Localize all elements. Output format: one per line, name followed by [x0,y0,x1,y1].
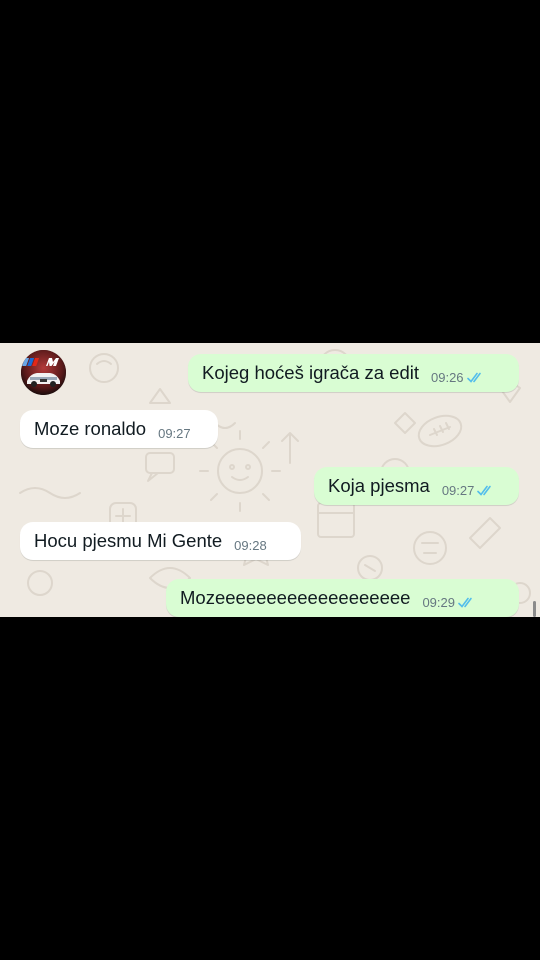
message-text: Mozeeeeeeeeeeeeeeeeeee [180,587,411,608]
bmw-m-car-avatar-icon [21,350,66,395]
message-text: Hocu pjesmu Mi Gente [34,530,223,551]
message-time: 09:27 [158,426,191,441]
message-time: 09:29 [422,595,455,610]
message-text: Koja pjesma [328,475,430,496]
message-text: Kojeg hoćeš igrača za edit [202,362,419,383]
message-time: 09:26 [431,370,464,385]
contact-avatar[interactable]: M [21,350,66,395]
message-bubble-incoming[interactable]: Hocu pjesmu Mi Gente 09:28 [20,522,301,560]
message-time: 09:28 [234,538,267,553]
screenshot-frame: M Kojeg hoćeš igrača za edit 09:26 Moze … [0,0,540,960]
message-text: Moze ronaldo [34,418,147,439]
read-double-check-icon [466,372,481,383]
read-double-check-icon [477,485,492,496]
message-bubble-outgoing[interactable]: Mozeeeeeeeeeeeeeeeeeee 09:29 [166,579,519,617]
scrollbar-thumb[interactable] [533,601,536,617]
message-bubble-outgoing[interactable]: Koja pjesma 09:27 [314,467,519,505]
chat-conversation-view[interactable]: M Kojeg hoćeš igrača za edit 09:26 Moze … [0,343,540,617]
message-time: 09:27 [441,483,475,498]
message-bubble-outgoing[interactable]: Kojeg hoćeš igrača za edit 09:26 [188,354,519,392]
message-bubble-incoming[interactable]: Moze ronaldo 09:27 [20,410,218,448]
read-double-check-icon [458,597,472,608]
